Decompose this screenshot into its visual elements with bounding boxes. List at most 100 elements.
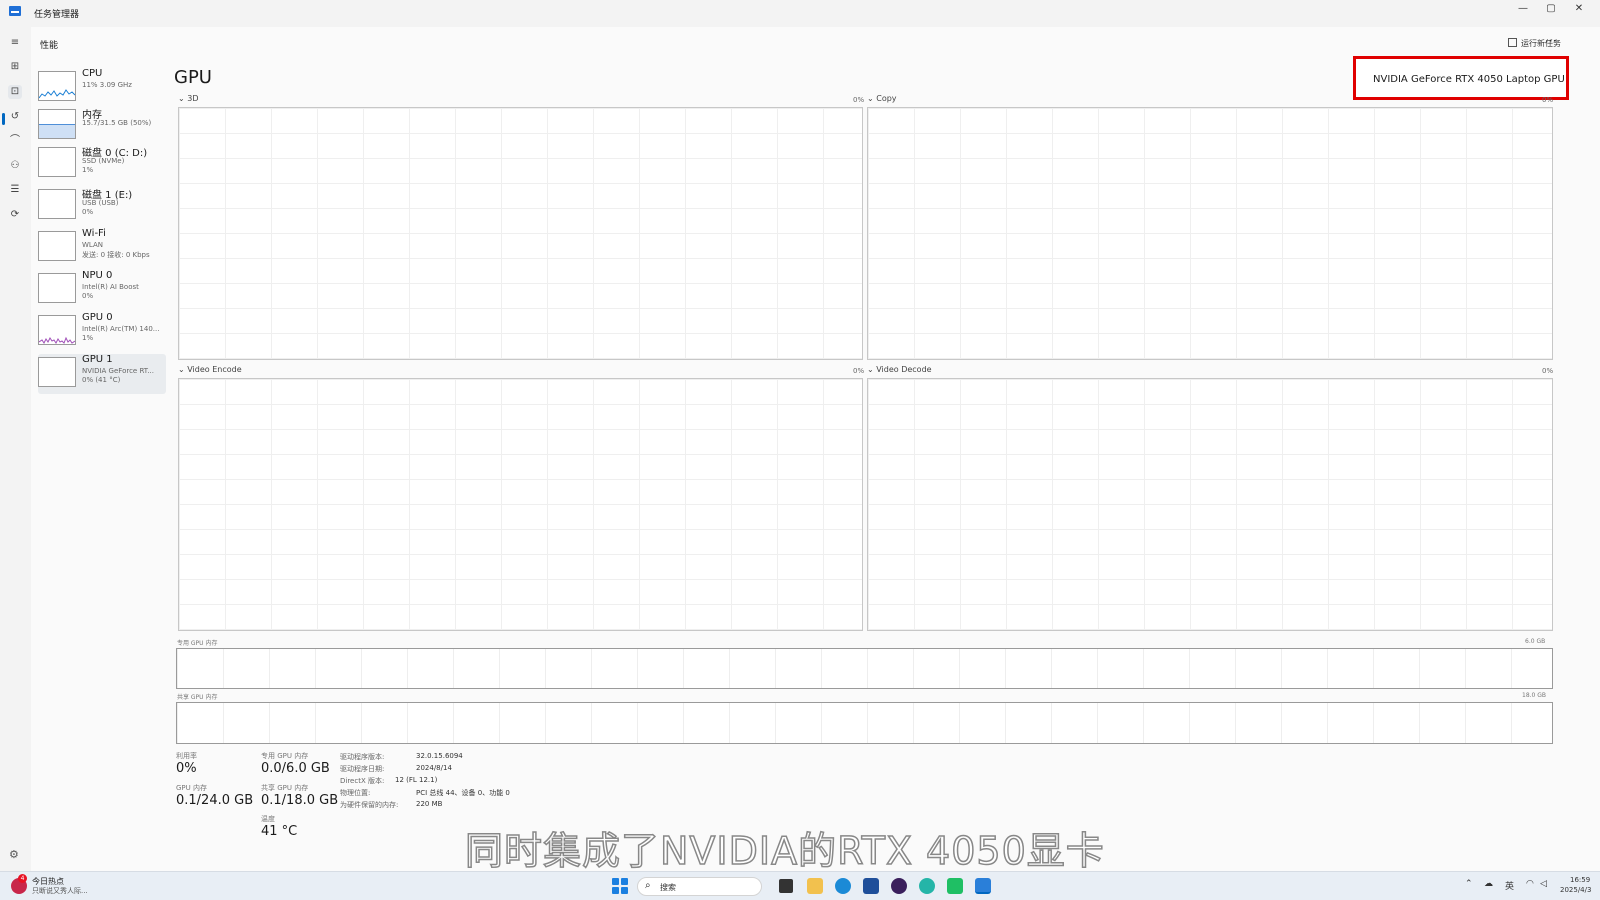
volume-icon[interactable]: ◁ — [1540, 879, 1547, 889]
device-thumbnail-gpu1 — [38, 357, 76, 387]
graph-video-encode — [178, 378, 863, 631]
device-item-wifi[interactable]: Wi-Fi WLAN 发送: 0 接收: 0 Kbps — [38, 228, 163, 268]
graph-video-decode — [867, 378, 1553, 631]
device-thumbnail-disk0 — [38, 147, 76, 177]
performance-page: 性能 运行新任务 ··· CPU 11% 3.09 GHz 内存 15.7/31… — [31, 27, 1600, 871]
device-usage: 1% — [82, 166, 94, 174]
temperature-value: 41 °C — [261, 824, 298, 839]
utilization-value: 0% — [176, 761, 197, 776]
device-usage: 0% (41 °C) — [82, 376, 121, 384]
device-item-cpu[interactable]: CPU 11% 3.09 GHz — [38, 68, 163, 108]
device-thumbnail-gpu0 — [38, 315, 76, 345]
store-icon[interactable] — [863, 878, 879, 894]
device-name: Wi-Fi — [82, 228, 106, 239]
shared-memory-max: 18.0 GB — [1522, 692, 1547, 699]
device-thumbnail-npu0 — [38, 273, 76, 303]
more-options-button[interactable]: ··· — [1545, 34, 1556, 48]
device-item-gpu1[interactable]: GPU 1 NVIDIA GeForce RT... 0% (41 °C) — [38, 354, 166, 394]
gpu-heading: GPU — [174, 67, 212, 88]
minimize-button[interactable]: — — [1509, 0, 1537, 20]
device-detail: NVIDIA GeForce RT... — [82, 367, 154, 375]
property-key: 物理位置: — [340, 789, 371, 797]
device-item-disk0[interactable]: 磁盘 0 (C: D:) SSD (NVMe) 1% — [38, 144, 163, 184]
settings-icon[interactable]: ⚙ — [9, 848, 19, 861]
title-bar: 任务管理器 — ▢ ✕ — [0, 0, 1600, 27]
onedrive-icon[interactable]: ☁ — [1484, 879, 1493, 889]
device-thumbnail-memory — [38, 109, 76, 139]
hamburger-menu-icon[interactable]: ≡ — [8, 36, 22, 50]
window-title: 任务管理器 — [34, 10, 80, 20]
wifi-icon[interactable]: ◠ — [1526, 879, 1534, 889]
engine-value-copy: 0% — [1542, 96, 1554, 104]
taskbar-search-box[interactable]: ⌕ 搜索 — [637, 877, 762, 896]
shared-memory-stat-value: 0.1/18.0 GB — [261, 793, 339, 808]
engine-selector-3d[interactable]: ⌄ 3D — [178, 94, 199, 103]
task-view-icon[interactable] — [779, 879, 793, 893]
chat-app-icon[interactable] — [947, 878, 963, 894]
engine-selector-video-encode[interactable]: ⌄ Video Encode — [178, 365, 242, 374]
run-task-icon — [1508, 38, 1517, 47]
device-usage: 0% — [82, 292, 94, 300]
windows-start-icon[interactable] — [612, 878, 628, 894]
edge-browser-icon[interactable] — [835, 878, 851, 894]
device-detail: 11% 3.09 GHz — [82, 81, 132, 89]
task-manager-app-icon — [9, 6, 21, 16]
device-item-gpu0[interactable]: GPU 0 Intel(R) Arc(TM) 140... 1% — [38, 312, 163, 352]
shared-memory-stat-label: 共享 GPU 内存 — [261, 784, 309, 792]
task-manager-window: 任务管理器 — ▢ ✕ ≡ ⊞ ⊡ ↺ ⌒ ⚇ ☰ ⟳ ⚙ 性能 运行新任务 ·… — [0, 0, 1600, 900]
device-item-npu0[interactable]: NPU 0 Intel(R) AI Boost 0% — [38, 270, 163, 310]
users-icon[interactable]: ⚇ — [8, 159, 22, 173]
property-value: 2024/8/14 — [416, 764, 452, 772]
shared-memory-label: 共享 GPU 内存 — [177, 694, 218, 701]
dedicated-memory-label: 专用 GPU 内存 — [177, 640, 218, 647]
property-key: 为硬件保留的内存: — [340, 801, 399, 809]
engine-value-video-encode: 0% — [853, 367, 865, 375]
device-thumbnail-disk1 — [38, 189, 76, 219]
app-history-icon[interactable]: ↺ — [8, 110, 22, 124]
device-detail: SSD (NVMe) — [82, 157, 125, 165]
graph-3d — [178, 107, 863, 360]
device-detail: 15.7/31.5 GB (50%) — [82, 119, 152, 127]
engine-value-video-decode: 0% — [1542, 367, 1554, 375]
clock-date[interactable]: 2025/4/3 — [1560, 886, 1591, 894]
clock-time[interactable]: 16:59 — [1570, 876, 1590, 884]
details-icon[interactable]: ☰ — [8, 183, 22, 197]
app-circle-icon[interactable] — [891, 878, 907, 894]
gpu-memory-stat-value: 0.1/24.0 GB — [176, 793, 254, 808]
device-detail: WLAN — [82, 241, 104, 249]
utilization-label: 利用率 — [176, 752, 197, 760]
processes-icon[interactable]: ⊞ — [8, 60, 22, 74]
gpu-memory-stat-label: GPU 内存 — [176, 784, 207, 792]
gpu-model-name: NVIDIA GeForce RTX 4050 Laptop GPU — [1373, 74, 1565, 85]
device-name: CPU — [82, 68, 103, 79]
property-value: PCI 总线 44、设备 0、功能 0 — [416, 789, 510, 797]
maximize-button[interactable]: ▢ — [1537, 0, 1565, 20]
engine-selector-video-decode[interactable]: ⌄ Video Decode — [867, 365, 932, 374]
page-section-title: 性能 — [40, 41, 59, 51]
dedicated-memory-stat-value: 0.0/6.0 GB — [261, 761, 330, 776]
device-item-disk1[interactable]: 磁盘 1 (E:) USB (USB) 0% — [38, 186, 163, 226]
input-method-indicator[interactable]: 英 — [1505, 879, 1514, 892]
startup-apps-icon[interactable]: ⌒ — [8, 134, 22, 148]
device-item-memory[interactable]: 内存 15.7/31.5 GB (50%) — [38, 106, 163, 146]
task-manager-taskbar-icon[interactable] — [975, 878, 991, 894]
edge-dev-icon[interactable] — [919, 878, 935, 894]
close-button[interactable]: ✕ — [1565, 0, 1593, 20]
device-usage: 1% — [82, 334, 94, 342]
device-detail: USB (USB) — [82, 199, 119, 207]
engine-selector-copy[interactable]: ⌄ Copy — [867, 94, 897, 103]
dedicated-memory-max: 6.0 GB — [1525, 638, 1546, 645]
dedicated-memory-graph — [176, 648, 1553, 689]
file-explorer-icon[interactable] — [807, 878, 823, 894]
graph-copy — [867, 107, 1553, 360]
tray-overflow-icon[interactable]: ⌃ — [1465, 879, 1473, 889]
navigation-rail: ≡ ⊞ ⊡ ↺ ⌒ ⚇ ☰ ⟳ — [0, 27, 31, 871]
device-thumbnail-cpu — [38, 71, 76, 101]
services-icon[interactable]: ⟳ — [8, 208, 22, 222]
shared-memory-graph — [176, 702, 1553, 744]
news-widget-headline[interactable]: 只断说又秀人际... — [32, 886, 88, 896]
device-detail: Intel(R) Arc(TM) 140... — [82, 325, 160, 333]
device-name: NPU 0 — [82, 270, 113, 281]
performance-icon[interactable]: ⊡ — [8, 85, 22, 99]
taskbar: 4 今日热点 只断说又秀人际... ⌕ 搜索 ⌃ ☁ 英 ◠ ◁ 16:59 2… — [0, 871, 1600, 900]
